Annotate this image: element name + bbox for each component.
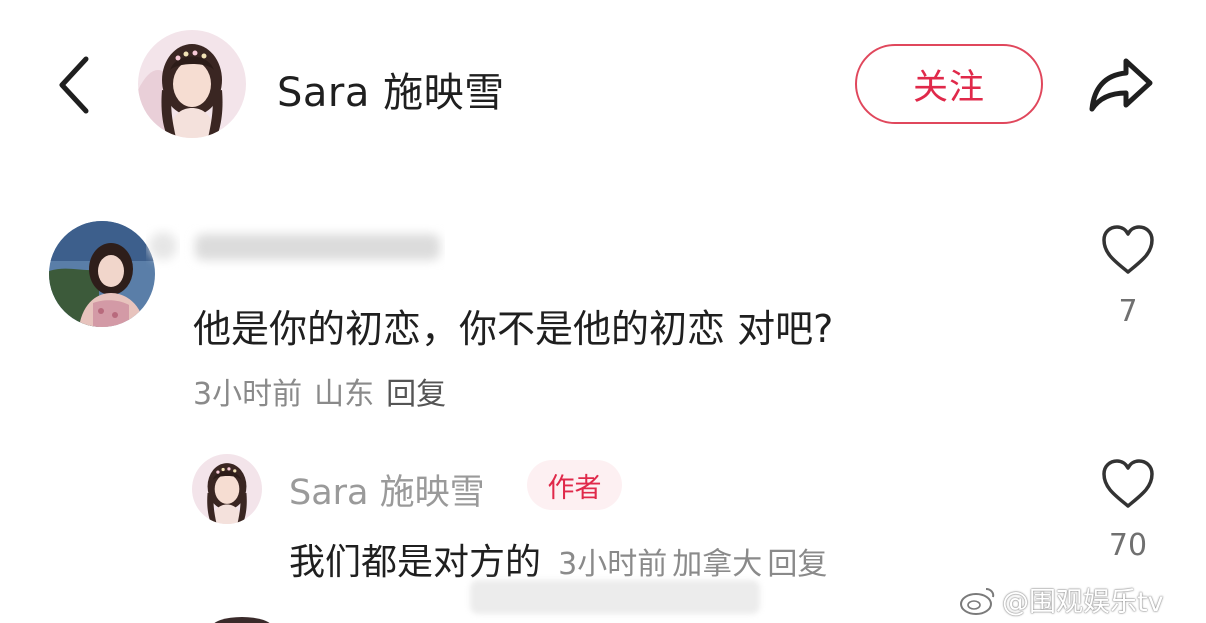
heart-icon[interactable] <box>1100 224 1156 276</box>
reply-author-avatar[interactable] <box>192 454 262 524</box>
commenter-avatar[interactable] <box>49 221 155 327</box>
heart-icon[interactable] <box>1100 458 1156 510</box>
follow-button[interactable]: 关注 <box>855 44 1043 124</box>
watermark-text: @围观娱乐tv <box>1002 587 1164 618</box>
back-button[interactable] <box>46 50 102 120</box>
commenter-username-blurred[interactable] <box>145 224 445 270</box>
reply-time: 3小时前 <box>558 547 668 582</box>
comment-time: 3小时前 <box>193 377 303 412</box>
comment-reply-button[interactable]: 回复 <box>386 377 446 412</box>
reply-reply-button[interactable]: 回复 <box>767 547 827 582</box>
share-button[interactable] <box>1083 50 1157 120</box>
blurred-content <box>470 580 760 614</box>
author-avatar[interactable] <box>138 30 246 138</box>
reply-body: 我们都是对方的 3小时前 加拿大 回复 <box>289 533 827 585</box>
comment-like-count: 7 <box>1118 294 1138 329</box>
comment-meta: 3小时前 山东 回复 <box>193 369 446 413</box>
comment-text: 他是你的初恋，你不是他的初恋 对吧? <box>193 307 834 351</box>
watermark: @围观娱乐tv <box>958 580 1164 619</box>
reply-author-name[interactable]: Sara 施映雪 <box>289 464 485 515</box>
comment-location: 山东 <box>314 377 375 412</box>
next-comment-avatar <box>212 617 272 623</box>
author-name[interactable]: Sara 施映雪 <box>277 60 505 118</box>
reply-location: 加拿大 <box>672 547 763 582</box>
weibo-logo-icon <box>960 587 995 615</box>
reply-text: 我们都是对方的 <box>289 542 542 583</box>
share-arrow-icon <box>1089 58 1153 112</box>
comment-page: Sara 施映雪 关注 他是你的初恋，你不是他的初恋 对吧? 3小时前 山东 回… <box>0 0 1206 623</box>
reply-like-count: 70 <box>1108 528 1148 563</box>
author-badge: 作者 <box>527 460 622 510</box>
chevron-left-icon <box>59 56 89 114</box>
